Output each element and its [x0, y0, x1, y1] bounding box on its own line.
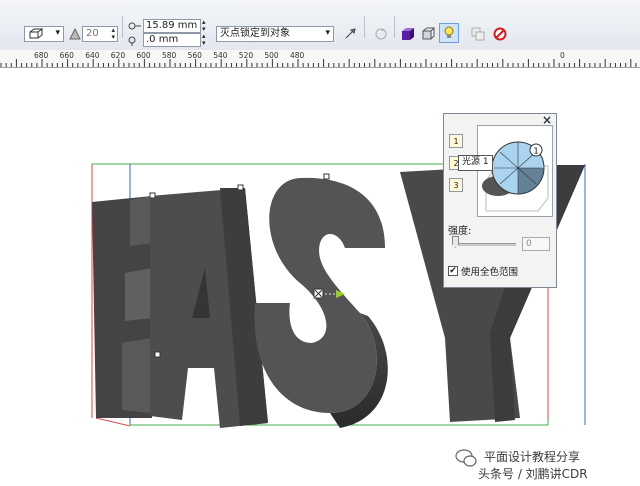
vanishing-point-lock-select[interactable]: 灭点锁定到对象 ▾ [216, 26, 334, 42]
lighting-button[interactable] [439, 23, 459, 43]
intensity-value-field[interactable]: 0 [522, 237, 550, 251]
rotation-button[interactable] [371, 24, 391, 44]
full-color-label: 使用全色范围 [461, 267, 519, 278]
watermark-line1: 平面设计教程分享 [484, 450, 581, 464]
ruler-label: 660 [59, 51, 74, 60]
depth-icon [69, 27, 81, 40]
spinner-icon[interactable]: ▴ ▾ [202, 33, 206, 47]
light-1-button[interactable]: 1 [449, 134, 463, 148]
vanishing-point-y-icon [128, 36, 136, 46]
light-sphere-preview: 1 [482, 141, 549, 212]
clear-extrude-button[interactable] [490, 24, 510, 44]
vanishing-point-copy-button[interactable] [340, 24, 360, 44]
letter-s[interactable] [254, 177, 388, 428]
lighting-preview[interactable]: 1 [477, 125, 553, 217]
depth-field[interactable]: 20 ▴ ▾ [82, 26, 118, 42]
ruler-label: 500 [264, 51, 279, 60]
vanishing-point-x-value: 15.89 mm [146, 20, 198, 31]
intensity-label: 强度: [448, 226, 472, 237]
ruler-label: 580 [162, 51, 177, 60]
clear-icon [493, 27, 507, 41]
drawing-canvas[interactable]: × 1 2 3 1 光源 1 强度: 0 ✔ 使用全色范围 平面设计教程分享 头… [0, 68, 640, 486]
chevron-down-icon: ▾ [55, 28, 60, 38]
envelope-handle[interactable] [237, 184, 244, 191]
horizontal-ruler[interactable]: 680 660 640 620 600 580 560 540 520 500 480 0 [0, 50, 640, 68]
letter-e[interactable] [92, 196, 152, 418]
envelope-handle[interactable] [154, 351, 161, 358]
rotate-3d-icon [375, 28, 387, 40]
vanishing-point-control[interactable] [313, 288, 360, 299]
copy-icon [471, 27, 485, 41]
extrude-type-icon [29, 28, 44, 39]
light-1-label: 1 [453, 136, 459, 146]
chevron-down-icon: ▾ [325, 28, 330, 38]
copy-extrude-button[interactable] [468, 24, 488, 44]
intensity-slider-track[interactable] [454, 243, 516, 246]
preset-dropdown[interactable]: ▾ [24, 26, 64, 42]
bevel-icon [422, 27, 435, 40]
light-3-button[interactable]: 3 [449, 178, 463, 192]
ruler-label: 0 [560, 51, 565, 60]
color-cube-icon [402, 28, 414, 40]
full-color-checkbox[interactable]: ✔ [448, 266, 458, 276]
vanishing-point-x-field[interactable]: 15.89 mm [143, 19, 201, 33]
spinner-icon[interactable]: ▴ ▾ [202, 19, 206, 33]
lighting-panel[interactable]: × 1 2 3 1 光源 1 强度: 0 ✔ 使用全色范围 [443, 113, 557, 288]
vanishing-point-x-icon [128, 22, 141, 30]
spinner-icon: ▴ ▾ [111, 26, 115, 41]
ruler-label: 680 [34, 51, 49, 60]
ruler-label: 620 [110, 51, 126, 60]
ruler-label: 600 [136, 51, 151, 60]
vanishing-point-y-field[interactable]: .0 mm [143, 33, 201, 47]
toolbar-separator [122, 16, 123, 38]
property-bar: ▾ 20 ▴ ▾ 15.89 mm .0 mm ▴ ▾ ▴ ▾ 灭点锁定到对象 ▾ [0, 0, 640, 51]
letter-a[interactable] [150, 188, 268, 428]
ruler-label: 540 [213, 51, 228, 60]
envelope-handle[interactable] [323, 173, 330, 180]
bevel-button[interactable] [418, 24, 438, 44]
depth-value: 20 [86, 28, 99, 39]
light-bulb-icon [444, 26, 454, 38]
guide-line-red [95, 417, 131, 427]
ruler-label: 640 [85, 51, 100, 60]
preview-light-marker: 1 [534, 147, 539, 156]
dropper-icon [345, 28, 356, 39]
ruler-label: 520 [238, 51, 254, 60]
ruler-label: 560 [187, 51, 202, 60]
vanishing-point-x-icon[interactable] [350, 289, 360, 299]
envelope-handle[interactable] [149, 192, 156, 199]
extrude-color-button[interactable] [398, 24, 418, 44]
ruler-label: 480 [290, 51, 305, 60]
light-tooltip: 光源 1 [458, 155, 493, 171]
light-3-label: 3 [453, 180, 459, 190]
wechat-icon [455, 449, 477, 467]
vanishing-point-lock-value: 灭点锁定到对象 [220, 28, 290, 39]
toolbar-separator [364, 16, 365, 38]
vanishing-point-y-value: .0 mm [146, 34, 179, 45]
toolbar-separator [394, 16, 395, 38]
intensity-slider-thumb[interactable] [452, 236, 459, 248]
watermark-line2: 头条号 / 刘鹏讲CDR [478, 467, 588, 481]
